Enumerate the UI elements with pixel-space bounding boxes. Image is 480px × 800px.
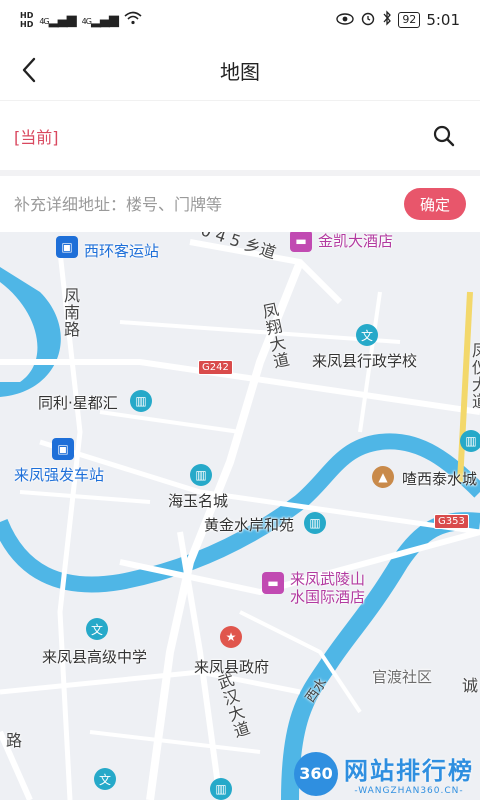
hotel-icon-2[interactable]: ▬	[262, 572, 284, 594]
address-row: 确定	[0, 176, 480, 232]
poi-xihuan-bus-station[interactable]: 西环客运站	[84, 240, 159, 261]
road-label-fengyi: 凤仪大道	[469, 342, 480, 410]
map-view[interactable]: 0 4 5 乡道 凤南路 凤翔大道 武汉大道 凤仪大道 西水 诚 路 G242 …	[0, 232, 480, 800]
status-right: 92 5:01	[336, 10, 460, 30]
poi-laifeng-admin-school[interactable]: 来凤县行政学校	[312, 350, 417, 371]
status-left: HD HD 4G▂▄▆ 4G▂▄▆	[20, 11, 142, 29]
road-label-fengnan: 凤南路	[61, 287, 80, 338]
watermark-sub: -WANGZHAN360.CN-	[354, 786, 464, 796]
building-icon-3[interactable]: ▥	[304, 512, 326, 534]
signal-icon-1: 4G▂▄▆	[39, 12, 76, 28]
bus-station-icon[interactable]: ▣	[56, 236, 78, 258]
route-tag-g242: G242	[198, 360, 233, 375]
poi-huangjin-shuian[interactable]: 黄金水岸和苑	[204, 514, 294, 535]
eye-icon	[336, 11, 355, 29]
route-tag-g353: G353	[434, 514, 469, 529]
poi-county-government[interactable]: 来凤县政府	[194, 656, 269, 677]
detail-address-input[interactable]	[14, 194, 384, 214]
poi-zhaxitai-shuicheng[interactable]: 喳西泰水城	[402, 468, 477, 489]
location-search-row[interactable]: [当前]	[0, 100, 480, 170]
poi-qiangfa-station[interactable]: 来凤强发车站	[14, 464, 104, 485]
watermark-text: 网站排行榜 -WANGZHAN360.CN-	[344, 751, 474, 796]
edge-label-lu: 路	[3, 732, 22, 749]
battery-indicator: 92	[398, 12, 421, 28]
school-icon-3[interactable]: 文	[94, 768, 116, 790]
bus-station-icon-2[interactable]: ▣	[52, 438, 74, 460]
confirm-button[interactable]: 确定	[404, 188, 466, 220]
building-icon-4[interactable]: ▥	[210, 778, 232, 800]
edge-label-cheng: 诚	[462, 676, 479, 695]
clock: 5:01	[426, 11, 460, 29]
hd-top-label: HD	[20, 11, 34, 20]
bluetooth-icon	[382, 10, 392, 30]
back-arrow-icon[interactable]	[16, 54, 44, 86]
search-icon[interactable]	[432, 124, 456, 148]
hotel-icon[interactable]: ▬	[290, 232, 312, 252]
building-icon-edge[interactable]: ▥	[460, 430, 480, 452]
page-title: 地图	[220, 59, 260, 84]
alarm-icon	[360, 10, 376, 30]
government-icon[interactable]: ★	[220, 626, 242, 648]
poi-jinkai-hotel[interactable]: 金凯大酒店	[318, 232, 393, 251]
status-bar: HD HD 4G▂▄▆ 4G▂▄▆ 92 5:01	[0, 0, 480, 40]
poi-tongli-xingduhui[interactable]: 同利·星都汇	[38, 392, 118, 413]
signal-icon-2: 4G▂▄▆	[81, 12, 119, 28]
watermark-logo: 360	[294, 751, 338, 796]
building-icon-2[interactable]: ▥	[190, 464, 212, 486]
hd-bottom-label: HD	[20, 20, 34, 29]
school-icon-2[interactable]: 文	[86, 618, 108, 640]
hd-indicator: HD HD	[20, 11, 33, 29]
nav-bar: 地图	[0, 40, 480, 100]
current-location-tag: [当前]	[14, 127, 59, 147]
school-icon[interactable]: 文	[356, 324, 378, 346]
building-icon[interactable]: ▥	[130, 390, 152, 412]
poi-laifeng-high-school[interactable]: 来凤县高级中学	[42, 646, 147, 667]
watermark: 360 网站排行榜 -WANGZHAN360.CN-	[294, 751, 474, 796]
poi-wulingshan-line2[interactable]: 水国际酒店	[290, 586, 365, 607]
wifi-icon	[124, 11, 142, 29]
watermark-main: 网站排行榜	[344, 757, 474, 785]
poi-guandu-community[interactable]: 官渡社区	[372, 666, 432, 687]
poi-haiyu-mingcheng[interactable]: 海玉名城	[168, 490, 228, 511]
attraction-icon[interactable]: ▲	[372, 466, 394, 488]
